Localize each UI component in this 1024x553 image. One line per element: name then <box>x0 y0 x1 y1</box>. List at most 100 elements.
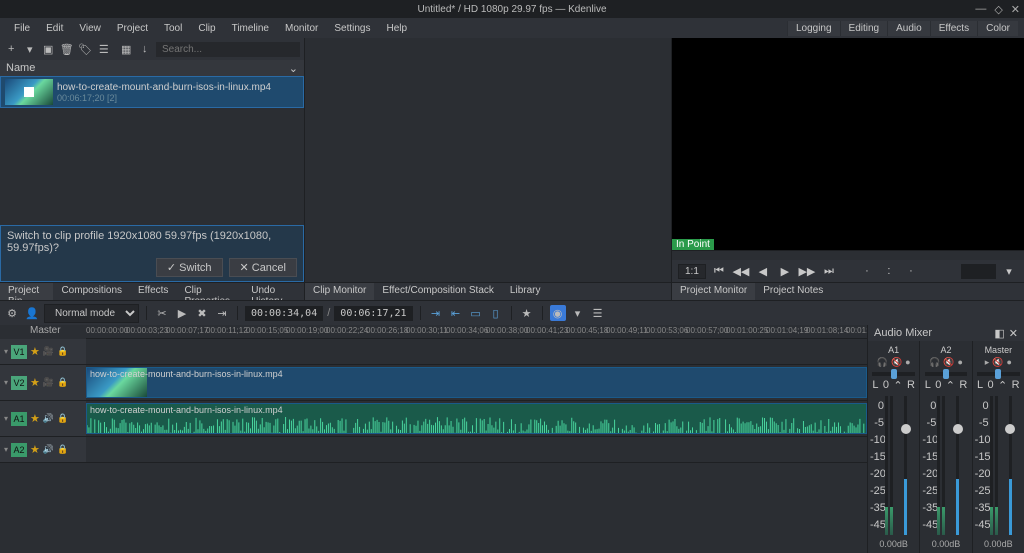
search-input[interactable] <box>156 42 300 57</box>
monitor-zoom-select[interactable]: 1:1 <box>678 264 706 279</box>
audio-clip[interactable]: how-to-create-mount-and-burn-isos-in-lin… <box>86 403 867 434</box>
chevron-icon[interactable]: ⌃ <box>998 379 1007 392</box>
bin-clip-row[interactable]: how-to-create-mount-and-burn-isos-in-lin… <box>0 76 304 108</box>
tab-compositions[interactable]: Compositions <box>53 283 130 300</box>
layout-tab-audio[interactable]: Audio <box>887 21 930 36</box>
menu-view[interactable]: View <box>71 21 109 36</box>
expand-icon[interactable]: ▸ <box>985 357 990 368</box>
pan-slider[interactable] <box>872 372 915 376</box>
menu-settings[interactable]: Settings <box>326 21 378 36</box>
favorite-icon[interactable]: ★ <box>519 305 535 321</box>
add-clip-icon[interactable]: + <box>4 41 19 57</box>
detach-icon[interactable]: ◧ <box>994 327 1004 340</box>
tab-project-notes[interactable]: Project Notes <box>755 283 831 300</box>
volume-fader[interactable] <box>894 396 917 535</box>
star-icon[interactable]: ★ <box>30 412 40 425</box>
zone-out-icon[interactable]: ⇤ <box>448 305 464 321</box>
maximize-icon[interactable]: ◇ <box>994 3 1002 16</box>
collapse-icon[interactable]: ▾ <box>4 414 8 423</box>
insert-icon[interactable]: ▯ <box>488 305 504 321</box>
menu-file[interactable]: File <box>6 21 38 36</box>
lock-icon[interactable]: 🔒 <box>57 346 68 357</box>
headphones-icon[interactable]: 🎧 <box>929 357 940 368</box>
frame-forward-icon[interactable]: ▶▶ <box>798 262 816 280</box>
view-mode-icon[interactable]: ▦ <box>119 41 134 57</box>
select-tool-icon[interactable]: ▶ <box>174 305 190 321</box>
track-content-a1[interactable]: how-to-create-mount-and-burn-isos-in-lin… <box>86 401 867 436</box>
edit-mode-select[interactable]: Normal mode <box>44 304 139 323</box>
star-icon[interactable]: ★ <box>30 376 40 389</box>
frame-back-icon[interactable]: ◀ <box>754 262 772 280</box>
filter-icon[interactable]: ☰ <box>97 41 112 57</box>
track-head-a2[interactable]: ▾ A2 ★ 🔊 🔒 <box>0 437 86 462</box>
close-panel-icon[interactable]: ✕ <box>1009 327 1018 340</box>
mute-icon[interactable]: 🔇 <box>943 357 954 368</box>
lock-icon[interactable]: 🔒 <box>57 377 68 388</box>
forward-end-icon[interactable]: ⏭ <box>820 262 838 280</box>
tab-project-bin[interactable]: Project Bin <box>0 283 53 300</box>
preview-render-icon[interactable]: ◉ <box>550 305 566 321</box>
track-content-v2[interactable]: how-to-create-mount-and-burn-isos-in-lin… <box>86 365 867 400</box>
tag-icon[interactable]: 🏷 <box>78 41 93 57</box>
show-audio-icon[interactable]: ☰ <box>590 305 606 321</box>
close-icon[interactable]: ✕ <box>1011 3 1020 16</box>
monitor-action3-icon[interactable]: · <box>902 262 920 280</box>
lock-icon[interactable]: 🔒 <box>57 413 68 424</box>
folder-icon[interactable]: ▣ <box>41 41 56 57</box>
track-head-v2[interactable]: ▾ V2 ★ 🎥 🔒 <box>0 365 86 400</box>
layout-tab-logging[interactable]: Logging <box>787 21 840 36</box>
track-head-v1[interactable]: ▾ V1 ★ 🎥 🔒 <box>0 339 86 364</box>
volume-fader[interactable] <box>999 396 1022 535</box>
layout-tab-editing[interactable]: Editing <box>840 21 888 36</box>
collapse-icon[interactable]: ▾ <box>4 347 8 356</box>
headphones-icon[interactable]: 🎧 <box>877 357 888 368</box>
tab-effect-stack[interactable]: Effect/Composition Stack <box>374 283 502 300</box>
gear-icon[interactable]: ⚙ <box>4 305 20 321</box>
dropdown-icon[interactable]: ▾ <box>23 41 38 57</box>
layout-tab-effects[interactable]: Effects <box>930 21 977 36</box>
record-icon[interactable]: ● <box>957 357 962 368</box>
zone-in-icon[interactable]: ⇥ <box>428 305 444 321</box>
rewind-icon[interactable]: ◀◀ <box>732 262 750 280</box>
menu-edit[interactable]: Edit <box>38 21 71 36</box>
menu-clip[interactable]: Clip <box>190 21 223 36</box>
mute-icon[interactable]: 🎥 <box>43 346 54 357</box>
delete-icon[interactable]: 🗑 <box>60 41 75 57</box>
mute-icon[interactable]: 🔇 <box>891 357 902 368</box>
star-icon[interactable]: ★ <box>30 345 40 358</box>
play-icon[interactable]: ▶ <box>776 262 794 280</box>
chevron-icon[interactable]: ⌃ <box>946 379 955 392</box>
chevron-icon[interactable]: ⌃ <box>893 379 902 392</box>
mute-icon[interactable]: 🔇 <box>992 357 1003 368</box>
menu-timeline[interactable]: Timeline <box>224 21 277 36</box>
tab-clip-properties[interactable]: Clip Properties <box>176 283 243 300</box>
collapse-icon[interactable]: ▾ <box>4 378 8 387</box>
track-head-a1[interactable]: ▾ A1 ★ 🔊 🔒 <box>0 401 86 436</box>
mute-icon[interactable]: 🔊 <box>43 413 54 424</box>
menu-project[interactable]: Project <box>109 21 156 36</box>
monitor-action2-icon[interactable]: : <box>880 262 898 280</box>
tab-effects[interactable]: Effects <box>130 283 176 300</box>
video-clip[interactable]: how-to-create-mount-and-burn-isos-in-lin… <box>86 367 867 398</box>
ripple-tool-icon[interactable]: ⇥ <box>214 305 230 321</box>
tab-project-monitor[interactable]: Project Monitor <box>672 283 755 300</box>
pan-slider[interactable] <box>925 372 968 376</box>
collapse-icon[interactable]: ▾ <box>4 445 8 454</box>
rewind-start-icon[interactable]: ⏮ <box>710 262 728 280</box>
switch-button[interactable]: ✓Switch <box>156 258 223 277</box>
tab-undo-history[interactable]: Undo History <box>243 283 304 300</box>
track-menu-icon[interactable]: 👤 <box>24 305 40 321</box>
cancel-button[interactable]: ✕Cancel <box>229 258 297 277</box>
pan-slider[interactable] <box>977 372 1020 376</box>
track-content-a2[interactable] <box>86 437 867 462</box>
layout-tab-color[interactable]: Color <box>977 21 1018 36</box>
menu-tool[interactable]: Tool <box>156 21 190 36</box>
sort-icon[interactable]: ↓ <box>138 41 153 57</box>
razor-tool-icon[interactable]: ✂ <box>154 305 170 321</box>
monitor-timecode[interactable] <box>961 264 996 279</box>
project-monitor-viewport[interactable]: In Point <box>672 38 1024 250</box>
volume-fader[interactable] <box>946 396 969 535</box>
monitor-action1-icon[interactable]: · <box>858 262 876 280</box>
spacer-tool-icon[interactable]: ✖ <box>194 305 210 321</box>
menu-monitor[interactable]: Monitor <box>277 21 326 36</box>
